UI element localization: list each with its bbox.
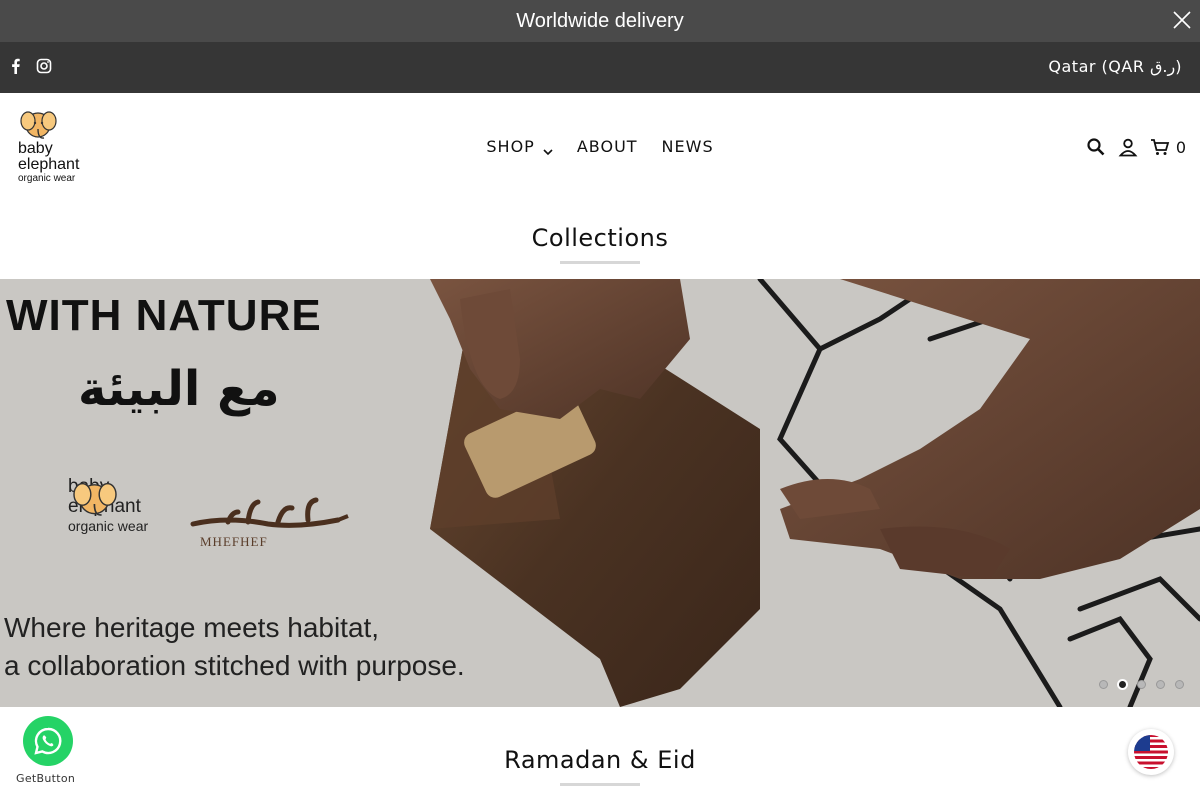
slide-dot-3[interactable]	[1137, 680, 1146, 689]
slide-pagination	[1099, 680, 1184, 689]
instagram-icon[interactable]	[36, 58, 52, 74]
nav-item-label: SHOP	[486, 137, 535, 156]
hero-tagline-line-1: Where heritage meets habitat,	[4, 612, 380, 643]
currency-selector[interactable]: Qatar (QAR ر.ق)	[1048, 57, 1182, 76]
header-tools: 0	[1086, 137, 1186, 157]
slide-dot-4[interactable]	[1156, 680, 1165, 689]
hero-heading: WITH NATURE	[6, 291, 322, 340]
main-nav: SHOP ABOUT NEWS	[0, 137, 1200, 156]
hero-brand-logo: baby elephant organic wear	[68, 477, 168, 535]
cart-count[interactable]: 0	[1176, 138, 1186, 157]
search-icon[interactable]	[1086, 137, 1106, 157]
hero-logo-line-3: organic wear	[68, 518, 149, 534]
hero-tagline: Where heritage meets habitat, a collabor…	[4, 609, 465, 685]
social-links	[8, 58, 52, 74]
partner-logo: MHEFHEF	[188, 494, 353, 554]
collections-title: Collections	[531, 224, 669, 252]
title-underline	[560, 261, 640, 264]
elephant-logo-icon	[20, 111, 57, 139]
partner-name: MHEFHEF	[200, 534, 268, 549]
facebook-icon[interactable]	[8, 58, 24, 74]
us-flag-icon	[1134, 735, 1168, 769]
whatsapp-button[interactable]	[23, 716, 73, 766]
whatsapp-icon	[34, 727, 62, 755]
nav-item-label: ABOUT	[576, 137, 638, 156]
cart-icon[interactable]	[1150, 137, 1170, 157]
nav-item-about[interactable]: ABOUT	[577, 137, 638, 156]
ramadan-eid-title: Ramadan & Eid	[504, 746, 696, 774]
title-underline	[560, 783, 640, 786]
hero-heading-arabic: مع البيئة	[78, 361, 280, 417]
hero-tagline-line-2: a collaboration stitched with purpose.	[4, 650, 465, 681]
slide-dot-2[interactable]	[1118, 680, 1127, 689]
nav-item-news[interactable]: NEWS	[662, 137, 714, 156]
site-header: baby elephant organic wear SHOP ABOUT NE…	[0, 93, 1200, 203]
elephant-logo-icon	[73, 482, 117, 516]
partner-calligraphy-icon	[190, 497, 349, 528]
getbutton-credit[interactable]: GetButton	[16, 772, 75, 785]
logo-line-3: organic wear	[18, 173, 76, 184]
us-flag-currency-button[interactable]	[1128, 729, 1174, 775]
account-icon[interactable]	[1118, 137, 1138, 157]
hero-slideshow[interactable]: WITH NATURE مع البيئة baby elephant orga…	[0, 279, 1200, 707]
nav-item-shop[interactable]: SHOP	[486, 137, 553, 156]
close-icon[interactable]	[1170, 8, 1194, 32]
top-bar: Qatar (QAR ر.ق)	[0, 42, 1200, 93]
chevron-down-icon	[543, 142, 553, 155]
announcement-text: Worldwide delivery	[516, 9, 684, 32]
logo-line-2: elephant	[18, 156, 80, 173]
announcement-bar: Worldwide delivery	[0, 0, 1200, 42]
nav-item-label: NEWS	[661, 137, 714, 156]
slide-dot-5[interactable]	[1175, 680, 1184, 689]
slide-dot-1[interactable]	[1099, 680, 1108, 689]
